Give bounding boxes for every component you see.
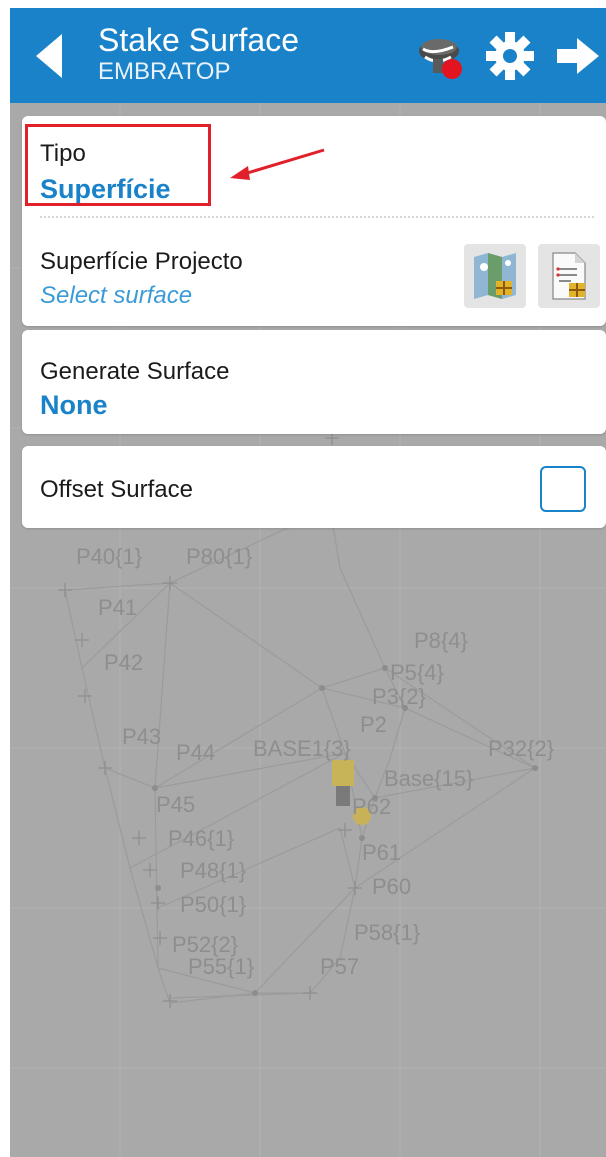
generate-surface-value: None — [40, 390, 108, 420]
select-surface-from-map-button[interactable] — [464, 244, 526, 308]
gnss-receiver-icon — [419, 38, 462, 79]
map-point-label: P44 — [176, 740, 215, 765]
map-surface-icon — [474, 253, 516, 299]
page-subtitle: EMBRATOP — [98, 58, 231, 85]
map-point-label: P5{4} — [390, 660, 444, 685]
select-surface-link: Select surface — [40, 282, 193, 309]
page-title: Stake Surface — [98, 22, 299, 58]
annotation-highlight-box — [25, 124, 211, 206]
back-button[interactable] — [20, 8, 80, 103]
map-point-label: Base{15} — [384, 766, 473, 791]
map-point-label: P3{2} — [372, 684, 426, 709]
map-point-label: P40{1} — [76, 544, 142, 569]
map-point-label: P60 — [372, 874, 411, 899]
map-point-label: P55{1} — [188, 954, 254, 979]
app-bar: Stake Surface EMBRATOP — [10, 8, 606, 103]
next-arrow-icon — [557, 37, 599, 74]
map-point-label: P57 — [320, 954, 359, 979]
map-point-label: P8{4} — [414, 628, 468, 653]
map-point-label: P80{1} — [186, 544, 252, 569]
row-divider — [40, 216, 594, 218]
title-block: Stake Surface EMBRATOP — [98, 22, 299, 86]
map-point-label: P50{1} — [180, 892, 246, 917]
app-screen: P40{1} P80{1} P41 P42 P43 P44 BASE1{3} P45 P46{1… — [10, 8, 606, 1157]
map-point-label: P62 — [352, 794, 391, 819]
map-point-label: P46{1} — [168, 826, 234, 851]
offset-surface-card: Offset Surface — [22, 446, 606, 528]
gnss-status-button[interactable] — [413, 8, 469, 103]
map-point-label: P48{1} — [180, 858, 246, 883]
select-surface-from-file-button[interactable] — [538, 244, 600, 308]
generate-surface-label: Generate Surface — [40, 358, 230, 385]
surface-type-card: Tipo Superfície Superfície Projecto Sele… — [22, 116, 606, 326]
map-point-label: P61 — [362, 840, 401, 865]
settings-gear-icon — [486, 31, 534, 80]
next-button[interactable] — [550, 8, 606, 103]
settings-button[interactable] — [480, 8, 540, 103]
project-surface-row[interactable]: Superfície Projecto Select surface — [22, 220, 442, 320]
back-arrow-icon — [36, 33, 62, 78]
map-point-label: P45 — [156, 792, 195, 817]
map-point-label: P58{1} — [354, 920, 420, 945]
map-point-label: BASE1{3} — [253, 736, 351, 761]
map-point-label: P41 — [98, 595, 137, 620]
generate-surface-card[interactable]: Generate Surface None — [22, 330, 606, 434]
map-point-label: P32{2} — [488, 736, 554, 761]
offset-surface-checkbox[interactable] — [540, 466, 586, 512]
surface-file-icon — [552, 252, 586, 300]
offset-surface-label: Offset Surface — [40, 476, 193, 503]
map-point-label: P43 — [122, 724, 161, 749]
annotation-arrow-icon — [230, 148, 325, 180]
map-point-label: P42 — [104, 650, 143, 675]
map-point-label: P2 — [360, 712, 387, 737]
project-surface-label: Superfície Projecto — [40, 248, 243, 275]
